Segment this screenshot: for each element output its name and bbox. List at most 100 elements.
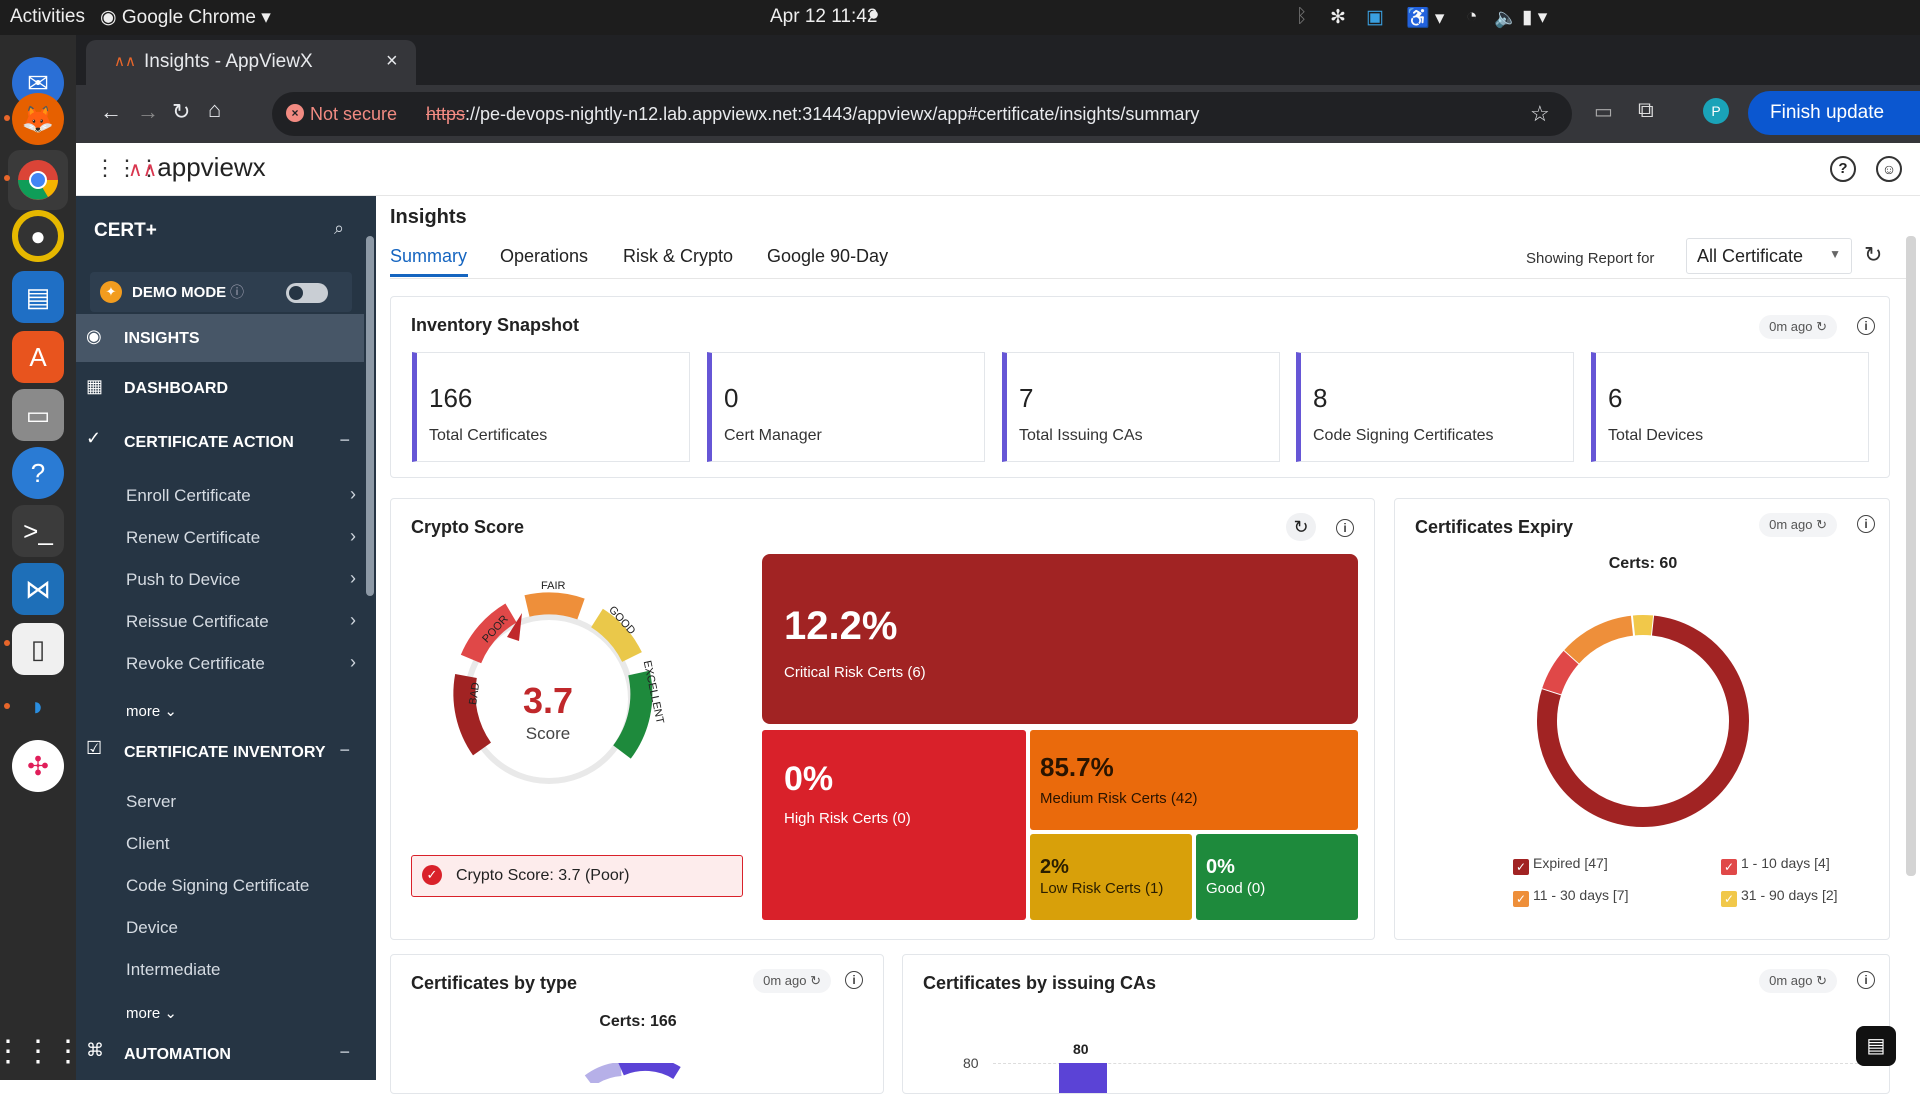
- legend-item[interactable]: ✓ Expired [47]: [1513, 855, 1608, 875]
- sidebar-item-certificate-inventory[interactable]: ☑ CERTIFICATE INVENTORY −: [76, 726, 364, 776]
- collapse-minus-icon[interactable]: −: [339, 430, 350, 451]
- tile-low-risk[interactable]: 2% Low Risk Certs (1): [1030, 834, 1192, 920]
- demo-info-icon[interactable]: ⓘ: [230, 282, 244, 302]
- submenu-item[interactable]: Server: [126, 792, 176, 812]
- sidebar-item-dashboard[interactable]: ▦ DASHBOARD: [76, 362, 364, 414]
- stat-card[interactable]: 166 Total Certificates: [412, 352, 690, 462]
- tab-risk-crypto[interactable]: Risk & Crypto: [623, 246, 733, 267]
- help-icon[interactable]: ?: [1830, 156, 1856, 182]
- close-tab-icon[interactable]: ×: [386, 50, 398, 73]
- writer-icon[interactable]: ▤: [12, 271, 64, 323]
- sidebar-search-icon[interactable]: ⌕: [334, 218, 344, 239]
- donut-slice-1-10-days[interactable]: [1542, 650, 1580, 695]
- chat-icon[interactable]: ▤: [1856, 1026, 1896, 1066]
- ca-bar[interactable]: [1059, 1063, 1107, 1093]
- chrome-app-menu[interactable]: ◉ Google Chrome ▾: [100, 6, 271, 29]
- terminal-icon[interactable]: >_: [12, 505, 64, 557]
- stat-card[interactable]: 8 Code Signing Certificates: [1296, 352, 1574, 462]
- address-bar[interactable]: × Not secure https://pe-devops-nightly-n…: [272, 92, 1572, 136]
- tray-app-icon[interactable]: ✻: [1330, 6, 1346, 29]
- battery-icon[interactable]: ▮ ▾: [1522, 6, 1547, 29]
- sidebar-item-certificate-action[interactable]: ✓ CERTIFICATE ACTION −: [76, 416, 364, 466]
- forward-arrow-icon[interactable]: →: [137, 99, 159, 125]
- expiry-donut-chart[interactable]: [1533, 611, 1753, 831]
- info-icon[interactable]: i: [1857, 971, 1875, 989]
- show-apps-grid-icon[interactable]: ⋮⋮⋮: [0, 1025, 83, 1077]
- help-icon[interactable]: ?: [12, 447, 64, 499]
- clock[interactable]: Apr 12 11:42: [770, 6, 877, 28]
- sidebar-scrollbar[interactable]: [366, 236, 374, 596]
- stat-card[interactable]: 7 Total Issuing CAs: [1002, 352, 1280, 462]
- sidebar-item-insights[interactable]: ◉ INSIGHTS: [76, 314, 364, 362]
- refresh-icon[interactable]: ↻: [1286, 513, 1316, 541]
- submenu-item[interactable]: Reissue Certificate ›: [126, 610, 356, 632]
- rhythmbox-icon[interactable]: ●: [12, 210, 64, 262]
- collapse-minus-icon[interactable]: −: [339, 740, 350, 761]
- info-icon[interactable]: i: [1336, 519, 1354, 537]
- tile-medium-risk[interactable]: 85.7% Medium Risk Certs (42): [1030, 730, 1358, 830]
- submenu-item[interactable]: Intermediate: [126, 960, 221, 980]
- info-icon[interactable]: i: [1857, 515, 1875, 533]
- tile-critical-risk[interactable]: 12.2% Critical Risk Certs (6): [762, 554, 1358, 724]
- submenu-item[interactable]: Enroll Certificate ›: [126, 484, 356, 506]
- stat-card[interactable]: 0 Cert Manager: [707, 352, 985, 462]
- accessibility-icon[interactable]: ♿ ▾: [1406, 6, 1444, 30]
- stat-card[interactable]: 6 Total Devices: [1591, 352, 1869, 462]
- refresh-icon[interactable]: ↻: [1864, 242, 1882, 268]
- info-icon[interactable]: i: [845, 971, 863, 989]
- profile-avatar[interactable]: P: [1703, 98, 1729, 124]
- home-icon[interactable]: ⌂: [208, 97, 221, 123]
- refresh-icon[interactable]: ↻: [1816, 517, 1827, 532]
- refresh-icon[interactable]: ↻: [1816, 973, 1827, 988]
- donut-slice-31-90-days[interactable]: [1631, 615, 1655, 636]
- app-center-icon[interactable]: A: [12, 331, 64, 383]
- more-link-1[interactable]: more ⌄: [126, 702, 177, 720]
- donut-slice-11-30-days[interactable]: [1564, 615, 1635, 664]
- reload-icon[interactable]: ↻: [172, 99, 190, 125]
- demo-mode-toggle[interactable]: [286, 283, 328, 303]
- legend-item[interactable]: ✓ 31 - 90 days [2]: [1721, 887, 1838, 907]
- tile-good[interactable]: 0% Good (0): [1196, 834, 1358, 920]
- sidebar-item-automation[interactable]: ⌘ AUTOMATION −: [76, 1028, 364, 1078]
- vscode-icon[interactable]: ⋈: [12, 563, 64, 615]
- collapse-minus-icon[interactable]: −: [339, 1042, 350, 1063]
- submenu-item[interactable]: Revoke Certificate ›: [126, 652, 356, 674]
- info-icon[interactable]: i: [1857, 317, 1875, 335]
- bookmark-star-icon[interactable]: ☆: [1530, 101, 1550, 127]
- submenu-item[interactable]: Push to Device ›: [126, 568, 356, 590]
- bluetooth-icon[interactable]: ᛒ: [1296, 6, 1307, 28]
- refresh-icon[interactable]: ↻: [810, 973, 821, 988]
- user-account-icon[interactable]: ☺: [1876, 156, 1902, 182]
- main-scrollbar[interactable]: [1906, 236, 1916, 876]
- submenu-item[interactable]: Client: [126, 834, 169, 854]
- extensions-icon[interactable]: ⧉: [1638, 97, 1654, 123]
- activities-button[interactable]: Activities: [10, 6, 85, 28]
- refresh-icon[interactable]: ↻: [1816, 319, 1827, 334]
- back-arrow-icon[interactable]: ←: [100, 99, 122, 125]
- tab-operations[interactable]: Operations: [500, 246, 588, 267]
- chrome-dock-icon[interactable]: [8, 150, 68, 210]
- text-editor-icon[interactable]: ▯: [12, 623, 64, 675]
- browser-tab-active[interactable]: ∧∧ Insights - AppViewX ×: [86, 40, 416, 85]
- zoom-icon[interactable]: ◗: [12, 680, 64, 732]
- appviewx-logo[interactable]: ∧∧appviewx: [128, 152, 266, 183]
- wifi-icon[interactable]: ◔: [1466, 6, 1477, 28]
- finish-update-button[interactable]: Finish update ⋮: [1748, 91, 1920, 135]
- cast-icon[interactable]: ▭: [1594, 99, 1613, 124]
- tray-app-icon-2[interactable]: ▣: [1366, 6, 1384, 29]
- submenu-item[interactable]: Renew Certificate ›: [126, 526, 356, 548]
- more-link-2[interactable]: more ⌄: [126, 1004, 177, 1022]
- slack-icon[interactable]: ✣: [12, 740, 64, 792]
- submenu-item[interactable]: Code Signing Certificate: [126, 876, 309, 896]
- volume-icon[interactable]: 🔈: [1494, 6, 1518, 30]
- not-secure-label[interactable]: Not secure: [310, 104, 397, 125]
- tile-high-risk[interactable]: 0% High Risk Certs (0): [762, 730, 1026, 920]
- files-icon[interactable]: ▭: [12, 389, 64, 441]
- legend-item[interactable]: ✓ 1 - 10 days [4]: [1721, 855, 1830, 875]
- tab-google-90-day[interactable]: Google 90-Day: [767, 246, 888, 267]
- firefox-icon[interactable]: 🦊: [12, 93, 64, 145]
- legend-item[interactable]: ✓ 11 - 30 days [7]: [1513, 887, 1628, 907]
- tab-summary[interactable]: Summary: [390, 246, 467, 267]
- report-filter-select[interactable]: All Certificate ▼: [1686, 238, 1852, 274]
- submenu-item[interactable]: Device: [126, 918, 178, 938]
